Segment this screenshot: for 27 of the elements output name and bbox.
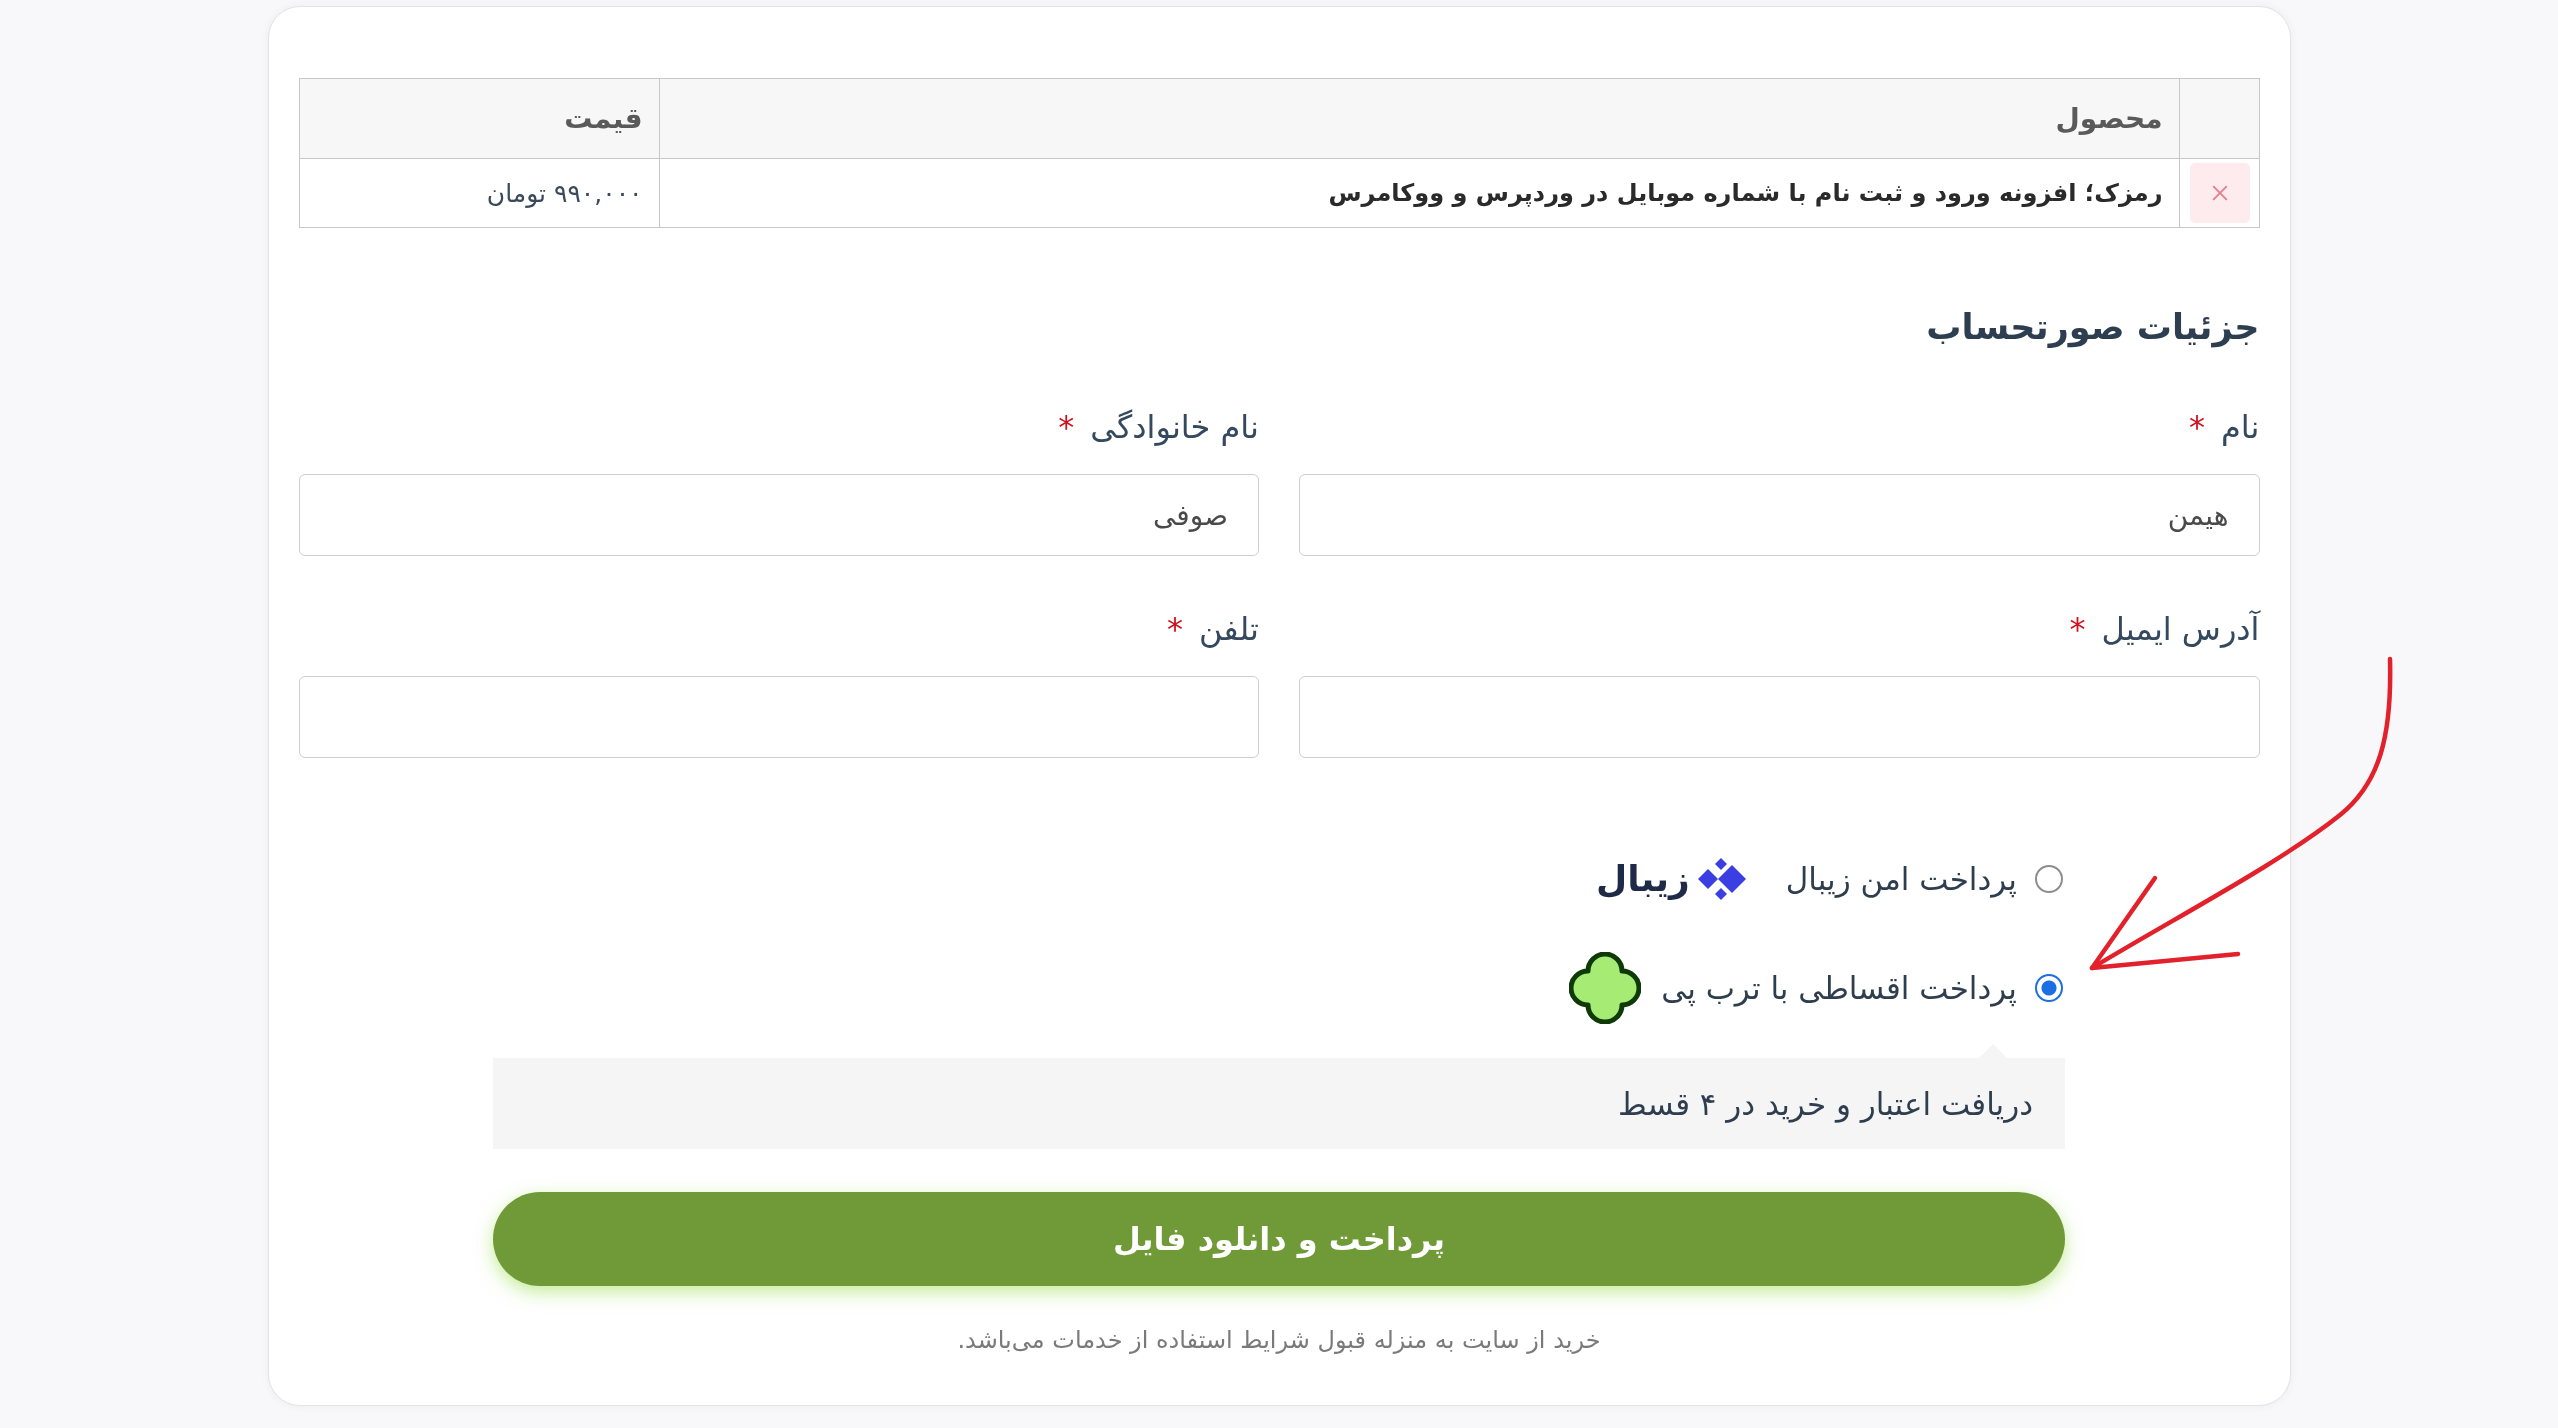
clover-logo-icon [1569,952,1642,1024]
payment-option-label[interactable]: پرداخت اقساطی با ترب پی [1661,970,2017,1006]
payment-description: دریافت اعتبار و خرید در ۴ قسط [493,1044,2065,1149]
column-header: قیمت [299,78,659,159]
product-name: رمزک؛ افزونه ورود و ثبت نام با شماره موبایل در وردپرس و ووکامرس [659,158,2179,228]
terms-note: خرید از سایت به منزله قبول شرایط استفاده از خدمات می‌باشد. [956,1325,1602,1356]
input-field[interactable] [298,676,1259,758]
required-mark: * [2189,407,2206,447]
radio-button[interactable] [2035,865,2063,893]
remove-button[interactable] [2189,163,2250,223]
column-header: محصول [659,78,2179,159]
section-heading: جزئیات صورتحساب [1925,306,2260,350]
required-mark: * [1058,407,1075,447]
required-mark: * [2069,609,2086,649]
field-label: تلفن [1198,609,1259,649]
field-label: نام خانوادگی [1090,407,1259,447]
input-field[interactable]: هیمن [1299,474,2260,556]
payment-option-label[interactable]: پرداخت امن زیبال [1785,861,2017,897]
field-label: آدرس ایمیل [2101,609,2260,649]
price-cell: ۹۹۰,۰۰۰ تومان [299,158,659,228]
brand-wordmark: زیبال [1596,857,1690,901]
close-icon [2211,185,2228,201]
required-mark: * [1166,609,1183,649]
input-field[interactable] [1299,676,2260,758]
input-field[interactable]: صوفی [298,474,1259,556]
field-label: نام [2221,407,2260,447]
radio-button[interactable] [2035,974,2063,1002]
